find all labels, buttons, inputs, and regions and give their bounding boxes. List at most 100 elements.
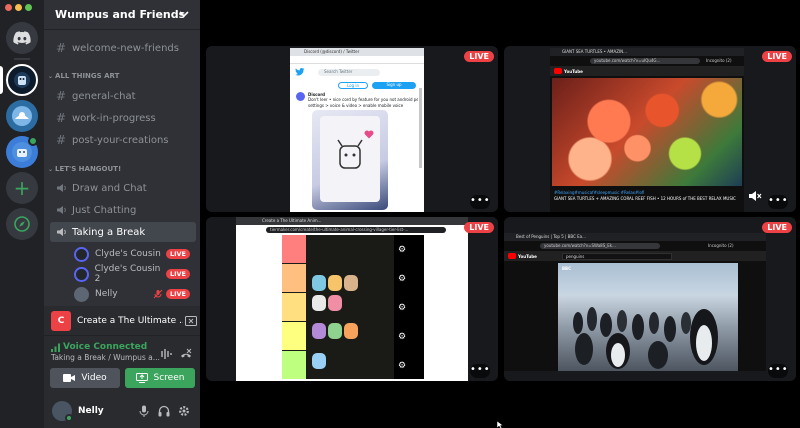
stream-thumbnail: C	[51, 310, 71, 331]
category-label: LET'S HANGOUT!	[55, 165, 122, 173]
penguin-colony-image	[573, 307, 718, 369]
gear-icon[interactable]: ⚙	[398, 332, 406, 342]
twitter-login-button[interactable]: Log in	[338, 82, 368, 89]
address-bar[interactable]: youtube.com/watch?v=uIQu4G...	[590, 58, 700, 64]
voice-user[interactable]: Clyde's Cousin LIVE	[74, 245, 196, 263]
tweet-nav-text: settings > voice & video > enable mobile…	[308, 103, 404, 108]
tier-c	[282, 322, 306, 350]
villager-icon[interactable]	[344, 275, 358, 291]
twitter-signup-button[interactable]: Sign up	[372, 82, 416, 89]
video-hashtags[interactable]: #Relaxing#musicaf#sleepmusic #Relax#lofi	[554, 190, 644, 195]
camera-icon	[63, 374, 76, 382]
channel-label: work-in-progress	[72, 112, 156, 124]
gear-icon[interactable]	[178, 405, 190, 417]
gear-icon[interactable]: ⚙	[398, 245, 406, 255]
category-all-things-art[interactable]: ⌄ ALL THINGS ART	[48, 72, 119, 80]
close-window-icon[interactable]	[5, 4, 12, 11]
villager-icon[interactable]	[312, 275, 326, 291]
voice-status-label[interactable]: Voice Connected	[63, 342, 147, 352]
disconnect-icon[interactable]	[180, 348, 192, 360]
voice-user[interactable]: Nelly LIVE	[74, 285, 196, 303]
incognito-profile[interactable]: Incognito (2)	[708, 243, 734, 248]
explore-servers-button[interactable]	[6, 208, 38, 240]
user-avatar[interactable]	[52, 401, 73, 422]
hash-icon: #	[56, 41, 67, 55]
penguins-video[interactable]: BBC	[558, 263, 738, 371]
live-badge: LIVE	[464, 222, 494, 233]
channel-label: Just Chatting	[72, 204, 137, 216]
villager-icon[interactable]	[312, 323, 326, 339]
stop-stream-icon[interactable]	[185, 315, 197, 326]
browser-tab-title: GIANT SEA TURTLES • AMAZIN...	[562, 49, 627, 54]
live-badge: LIVE	[762, 222, 792, 233]
address-bar[interactable]: tiermaker.com/create/the-ultimate-animal…	[266, 227, 446, 233]
channel-work-in-progress[interactable]: # work-in-progress	[50, 109, 196, 127]
voice-user[interactable]: Clyde's Cousin 2 LIVE	[74, 264, 196, 284]
stream-tile-1[interactable]: Discord (@discord) / Twitter Search Twit…	[206, 46, 498, 212]
villager-icon[interactable]	[312, 295, 326, 311]
channel-post-your-creations[interactable]: # post-your-creations	[50, 131, 196, 149]
gear-icon[interactable]: ⚙	[398, 361, 406, 371]
noise-suppression-icon[interactable]	[160, 348, 172, 360]
server-icon-art[interactable]	[6, 100, 38, 132]
address-bar[interactable]: youtube.com/watch?v=SWa8S_Ek...	[540, 243, 660, 249]
speaker-icon	[57, 184, 66, 192]
stream-preview-row[interactable]: C Create a The Ultimate ...	[44, 306, 200, 336]
home-button[interactable]	[6, 22, 38, 54]
voice-channel-path[interactable]: Taking a Break / Wumpus a...	[51, 353, 160, 362]
microphone-icon[interactable]	[139, 405, 149, 417]
youtube-search-input[interactable]: penguins	[562, 253, 672, 260]
more-options-icon[interactable]: •••	[470, 364, 490, 378]
stream-tile-3[interactable]: Create a The Ultimate Anim... tiermaker.…	[206, 217, 498, 381]
voice-user-name: Nelly	[95, 289, 118, 299]
villager-icon[interactable]	[328, 275, 342, 291]
muted-speaker-icon[interactable]	[748, 190, 762, 202]
channel-general-chat[interactable]: # general-chat	[50, 87, 196, 105]
discord-logo-icon	[13, 31, 31, 45]
headphones-icon[interactable]	[158, 405, 170, 417]
twitter-search-input[interactable]: Search Twitter	[318, 69, 380, 76]
voice-channel-just-chatting[interactable]: Just Chatting	[50, 201, 196, 219]
tier-a	[282, 264, 306, 292]
tweet-text: Don't leer • nice cord by feature for yo…	[308, 97, 418, 102]
coral-reef-video[interactable]	[552, 78, 742, 186]
mouse-cursor-icon	[497, 421, 504, 428]
browser-tab-title: Best of Penguins | Top 5 | BBC Ea...	[516, 234, 586, 239]
live-badge: LIVE	[165, 249, 190, 259]
screen-share-button[interactable]: Screen	[125, 368, 195, 388]
villager-icon[interactable]	[328, 323, 342, 339]
category-lets-hangout[interactable]: ⌄ LET'S HANGOUT!	[48, 165, 121, 173]
minimize-window-icon[interactable]	[15, 4, 22, 11]
villager-icon[interactable]	[328, 295, 342, 311]
heart-icon	[364, 130, 374, 139]
avatar	[74, 266, 89, 282]
tier-b	[282, 293, 306, 321]
channel-label: general-chat	[72, 90, 136, 102]
online-status-icon	[65, 414, 73, 422]
maximize-window-icon[interactable]	[25, 4, 32, 11]
username: Nelly	[78, 406, 104, 416]
signal-icon	[51, 343, 60, 352]
add-server-button[interactable]: +	[6, 172, 38, 204]
video-button[interactable]: Video	[50, 368, 120, 388]
villager-icon[interactable]	[312, 353, 326, 369]
more-options-icon[interactable]: •••	[768, 195, 788, 209]
user-panel: Nelly	[44, 394, 200, 428]
stream-tile-2[interactable]: GIANT SEA TURTLES • AMAZIN... youtube.co…	[504, 46, 796, 212]
villager-icon[interactable]	[344, 323, 358, 339]
gear-icon[interactable]: ⚙	[398, 274, 406, 284]
youtube-logo-icon	[508, 253, 516, 259]
incognito-profile[interactable]: Incognito (2)	[706, 58, 732, 63]
voice-channel-draw-and-chat[interactable]: Draw and Chat	[50, 179, 196, 197]
scrollbar[interactable]	[419, 88, 422, 168]
more-options-icon[interactable]: •••	[470, 195, 490, 209]
guild-header[interactable]: Wumpus and Friends	[44, 0, 200, 30]
more-options-icon[interactable]: •••	[768, 364, 788, 378]
gear-icon[interactable]: ⚙	[398, 303, 406, 313]
stream-tile-4[interactable]: Best of Penguins | Top 5 | BBC Ea... you…	[504, 217, 796, 381]
server-icon-wumpus[interactable]	[6, 64, 38, 96]
voice-channel-taking-a-break[interactable]: Taking a Break	[50, 222, 196, 242]
screen-share-icon	[135, 373, 148, 383]
channel-welcome-new-friends[interactable]: # welcome-new-friends	[50, 39, 196, 57]
voice-user-name: Clyde's Cousin	[95, 249, 161, 259]
